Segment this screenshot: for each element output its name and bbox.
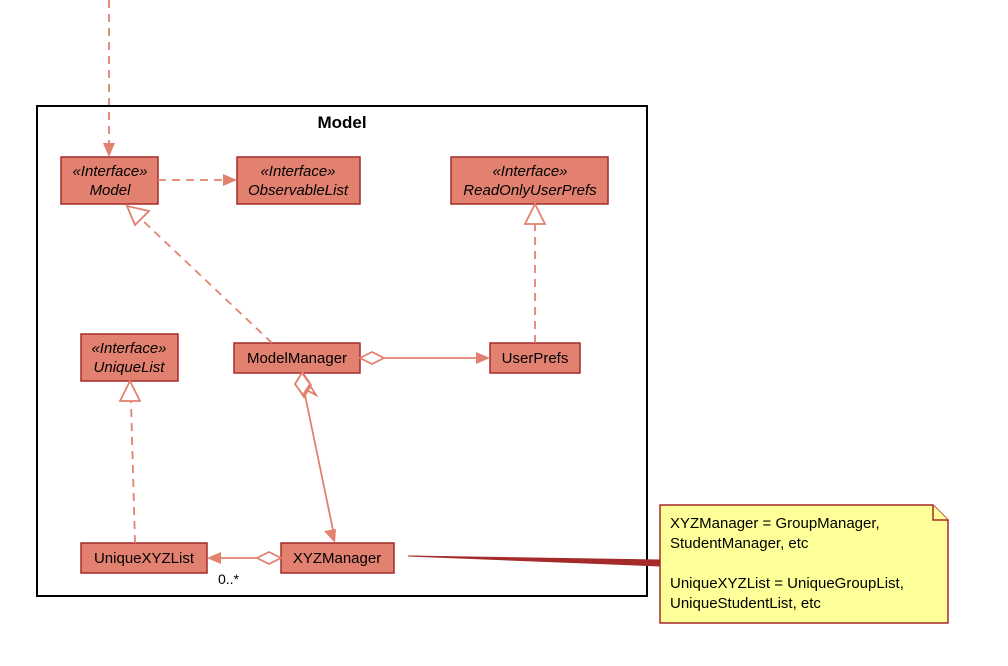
realize-userprefs-readonly [525,204,545,343]
user-prefs-name: UserPrefs [502,350,569,367]
agg-modelmanager-userprefs [360,352,490,364]
readonly-userprefs-name: ReadOnlyUserPrefs [463,182,597,199]
class-observable-list: «Interface» ObservableList [237,157,360,204]
realize-modelmanager-model [127,206,272,343]
agg-xyzmanager-uniquexyzlist: 0..* [207,552,281,587]
note-xyzmanager: XYZManager = GroupManager, StudentManage… [660,505,948,623]
class-readonly-userprefs: «Interface» ReadOnlyUserPrefs [451,157,608,204]
agg-modelmanager-xyzmanager [295,373,336,543]
model-stereotype: «Interface» [72,163,147,180]
mult-uniquexyzlist: 0..* [218,571,240,587]
note-line3: UniqueXYZList = UniqueGroupList, [670,575,904,592]
class-unique-list: «Interface» UniqueList [81,334,178,381]
observable-list-stereotype: «Interface» [260,163,335,180]
package-title: Model [317,113,366,132]
class-user-prefs: UserPrefs [490,343,580,373]
class-model: «Interface» Model [61,157,158,204]
class-xyz-manager: XYZManager [281,543,394,573]
class-unique-xyz-list: UniqueXYZList [81,543,207,573]
model-name: Model [90,182,132,199]
note-line4: UniqueStudentList, etc [670,595,821,612]
note-link [408,556,660,566]
unique-list-stereotype: «Interface» [91,340,166,357]
note-line1: XYZManager = GroupManager, [670,515,880,532]
realize-uniquexyzlist-uniquelist [120,381,140,543]
unique-list-name: UniqueList [94,359,166,376]
dep-external-to-model [103,0,115,157]
readonly-userprefs-stereotype: «Interface» [492,163,567,180]
uml-diagram: Model «Interface» Model «Interface» Obse… [0,0,1008,666]
xyz-manager-name: XYZManager [293,550,381,567]
observable-list-name: ObservableList [248,182,349,199]
model-manager-name: ModelManager [247,350,347,367]
class-model-manager: ModelManager [234,343,360,373]
note-line2: StudentManager, etc [670,535,809,552]
dep-model-to-observablelist [158,174,237,186]
unique-xyz-list-name: UniqueXYZList [94,550,195,567]
